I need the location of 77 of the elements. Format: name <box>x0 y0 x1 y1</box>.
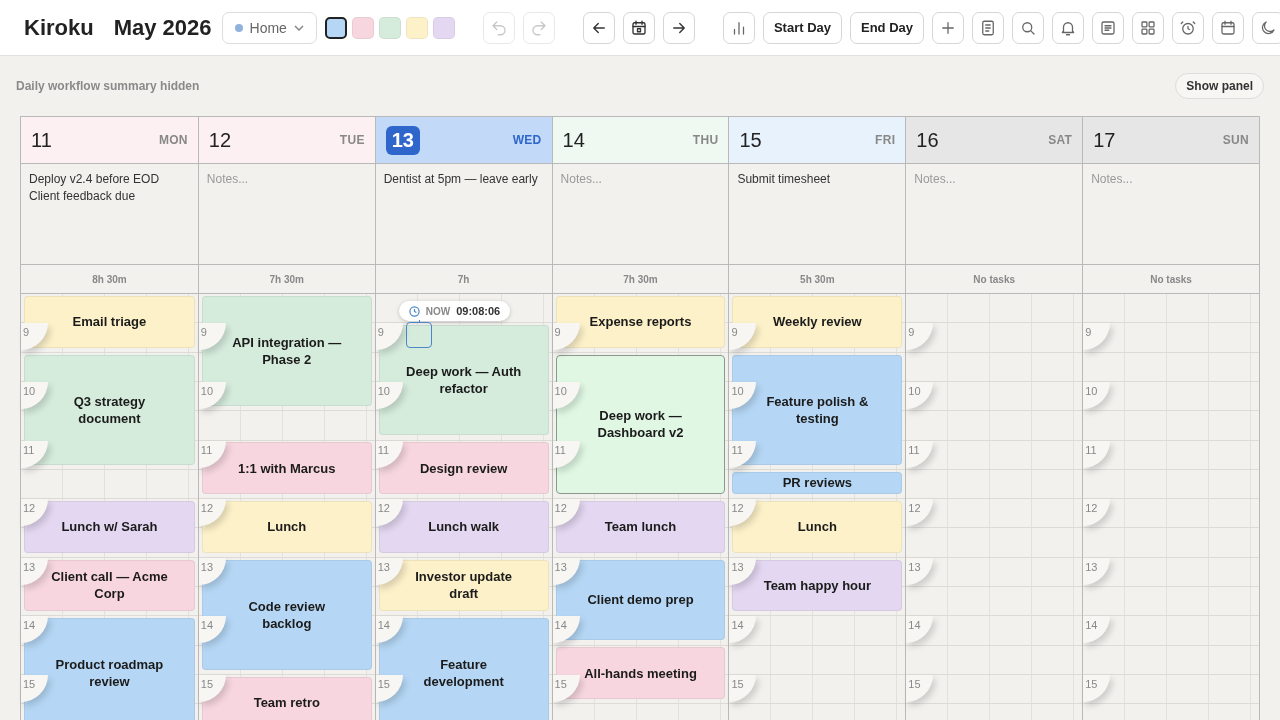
app-logo: Kiroku <box>24 14 94 41</box>
event-card[interactable]: PR reviews <box>732 471 903 494</box>
hour-label: 12 <box>906 499 934 527</box>
hour-label: 11 <box>906 440 934 468</box>
hour-label: 13 <box>906 557 934 585</box>
weekday-label: SUN <box>1222 133 1249 147</box>
day-button[interactable]: End Day <box>850 11 924 44</box>
list-button[interactable] <box>1092 11 1124 44</box>
month-title: May 2026 <box>113 14 212 41</box>
grid-button[interactable] <box>1132 11 1164 44</box>
notes-field[interactable]: Submit timesheet <box>737 171 898 188</box>
clock-icon <box>408 305 420 317</box>
hour-label: 10 <box>1083 381 1111 409</box>
notes-button[interactable] <box>972 11 1004 44</box>
day-number: 11 <box>31 127 52 153</box>
hour-label: 11 <box>1083 440 1111 468</box>
hour-label: 13 <box>1083 557 1111 585</box>
notes-field[interactable]: Deploy v2.4 before EOD Client feedback due <box>29 171 190 205</box>
moon-icon <box>1259 18 1277 37</box>
hour-label: 14 <box>552 616 580 644</box>
day-total: 5h 30m <box>800 273 835 285</box>
summary-status: Daily workflow summary hidden <box>16 79 200 93</box>
now-indicator: NOW 09:08:06 <box>398 301 511 322</box>
weekday-label: SAT <box>1048 133 1073 147</box>
document-icon <box>979 18 997 37</box>
stats-button[interactable] <box>722 11 755 44</box>
day-total: No tasks <box>1150 273 1192 285</box>
hour-label: 15 <box>1083 674 1111 702</box>
hour-label: 15 <box>729 674 757 702</box>
hour-label: 9 <box>906 323 934 351</box>
calendar-icon <box>629 18 648 37</box>
weekday-label: MON <box>158 133 188 147</box>
weekday-label: WED <box>512 133 542 147</box>
day-number: 13 <box>385 125 420 155</box>
grid-icon <box>1139 18 1157 37</box>
day-total: 7h <box>457 273 470 285</box>
next-button[interactable] <box>662 11 695 44</box>
calendar-icon <box>1219 18 1237 37</box>
day-number: 15 <box>739 127 762 153</box>
weekday-label: TUE <box>339 133 365 147</box>
hour-label: 12 <box>1083 499 1111 527</box>
color-swatch[interactable] <box>324 16 347 39</box>
day-number: 16 <box>916 127 939 153</box>
hour-label: 9 <box>1083 323 1111 351</box>
hour-label: 15 <box>906 674 934 702</box>
day-total: 7h 30m <box>269 273 304 285</box>
hour-label: 14 <box>1083 616 1111 644</box>
alarm-clock-icon <box>1179 18 1197 37</box>
hour-label: 14 <box>729 616 757 644</box>
undo-icon <box>489 18 508 37</box>
previous-button[interactable] <box>582 11 615 44</box>
search-button[interactable] <box>1012 11 1044 44</box>
day-number: 17 <box>1093 127 1116 153</box>
notifications-button[interactable] <box>1052 11 1084 44</box>
weekday-label: THU <box>692 133 719 147</box>
day-number: 12 <box>208 127 232 153</box>
day-button[interactable]: Start Day <box>762 11 842 44</box>
list-icon <box>1099 18 1117 37</box>
today-button[interactable] <box>622 11 655 44</box>
add-button[interactable] <box>932 11 964 44</box>
day-total: 8h 30m <box>92 273 127 285</box>
hour-label: 14 <box>906 616 934 644</box>
hour-label: 10 <box>906 381 934 409</box>
weekday-label: FRI <box>875 133 896 147</box>
dot-icon <box>234 23 243 32</box>
dark-mode-button[interactable] <box>1252 11 1280 44</box>
notes-field[interactable]: Dentist at 5pm — leave early <box>383 171 544 188</box>
chevron-icon <box>293 24 304 31</box>
timer-button[interactable] <box>1172 11 1204 44</box>
day-total: No tasks <box>973 273 1016 285</box>
day-total: 7h 30m <box>623 273 658 285</box>
show-panel-button[interactable]: Show panel <box>1175 73 1264 99</box>
workspace-dropdown[interactable]: Home <box>221 11 317 44</box>
day-number: 14 <box>562 127 585 153</box>
calendar-button[interactable] <box>1212 11 1244 44</box>
current-time-slot <box>405 322 432 349</box>
redo-icon <box>529 18 548 37</box>
